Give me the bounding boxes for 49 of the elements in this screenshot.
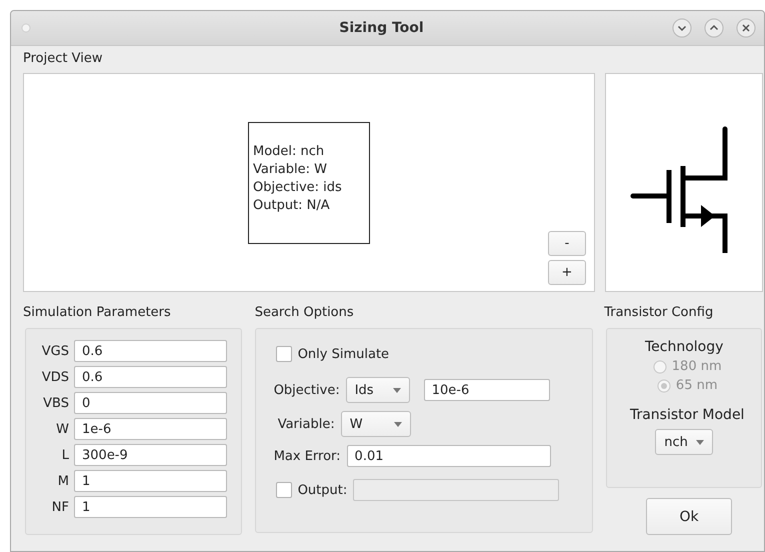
field-label: Max Error: bbox=[274, 448, 341, 464]
input-field[interactable]: 0 bbox=[74, 392, 227, 414]
section-label: Transistor Config bbox=[604, 304, 714, 322]
checkbox[interactable] bbox=[276, 346, 292, 362]
param-label: VBS bbox=[42, 396, 70, 410]
group-label: Technology bbox=[645, 338, 724, 357]
param-label: M bbox=[56, 474, 70, 488]
section-label: Simulation Parameters bbox=[23, 304, 172, 322]
window-title: Sizing Tool bbox=[338, 20, 425, 36]
close-icon[interactable] bbox=[736, 18, 756, 38]
section-label: Project View bbox=[23, 50, 104, 68]
param-label: VGS bbox=[40, 344, 70, 358]
ok-button[interactable]: Ok bbox=[646, 498, 732, 535]
param-label: VDS bbox=[40, 370, 70, 384]
window-menu-icon[interactable] bbox=[21, 23, 31, 33]
caret-icon bbox=[392, 388, 401, 392]
section-label: Search Options bbox=[254, 304, 355, 322]
node-text: Output: N/A bbox=[253, 197, 331, 215]
radio-label: 180 nm bbox=[672, 359, 722, 374]
node-text: Variable: W bbox=[253, 161, 328, 179]
input-field[interactable]: 1 bbox=[74, 470, 227, 492]
model-node[interactable]: Model: nch Variable: W Objective: ids Output: N/A bbox=[248, 122, 370, 244]
group-label: Transistor Model bbox=[628, 406, 744, 425]
caret-icon bbox=[394, 422, 402, 426]
dropdown[interactable]: nch bbox=[655, 429, 714, 455]
node-text: Objective: ids bbox=[253, 179, 343, 197]
field-label: Variable: bbox=[278, 416, 335, 432]
input-field[interactable]: 300e-9 bbox=[74, 444, 227, 466]
param-label: NF bbox=[50, 500, 70, 514]
dropdown[interactable]: Ids bbox=[346, 377, 410, 403]
radio-label: 65 nm bbox=[676, 378, 718, 393]
dropdown[interactable]: W bbox=[340, 411, 411, 437]
input-field[interactable]: 0.01 bbox=[346, 445, 551, 467]
input-field[interactable]: 1e-6 bbox=[74, 418, 227, 440]
param-label: W bbox=[55, 422, 70, 436]
minimize-icon[interactable] bbox=[672, 18, 692, 38]
checkbox-label: Output: bbox=[298, 482, 348, 498]
param-label: L bbox=[60, 448, 70, 462]
input-field[interactable]: 1 bbox=[74, 496, 227, 518]
field-label: Objective: bbox=[274, 382, 340, 398]
input-field[interactable]: 10e-6 bbox=[424, 379, 550, 401]
node-text: Model: nch bbox=[253, 143, 326, 161]
zoom-button[interactable]: - bbox=[548, 231, 586, 256]
caret-icon bbox=[696, 440, 704, 444]
checkbox-label: Only Simulate bbox=[298, 346, 390, 362]
maximize-icon[interactable] bbox=[704, 18, 724, 38]
input-field[interactable]: 0.6 bbox=[74, 366, 227, 388]
input-field[interactable]: 0.6 bbox=[74, 340, 227, 362]
zoom-button[interactable]: + bbox=[548, 260, 586, 285]
